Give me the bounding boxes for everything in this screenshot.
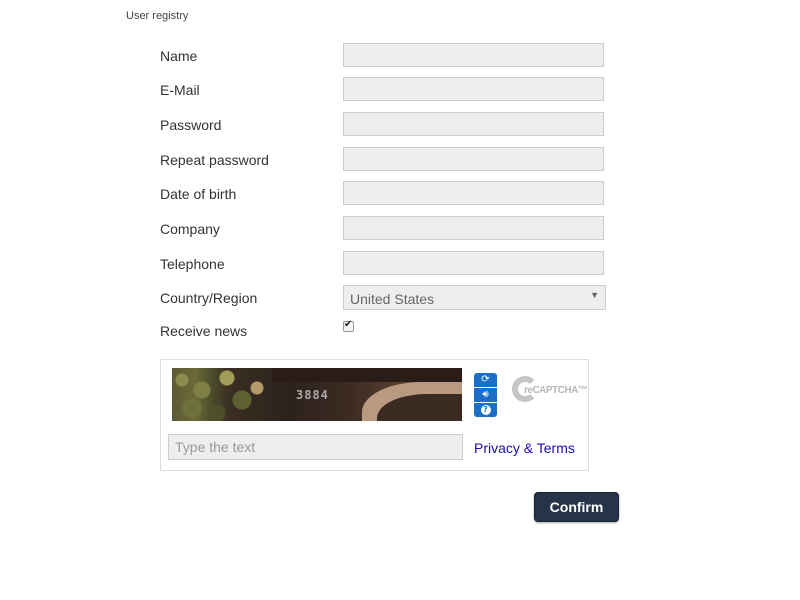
email-field[interactable] — [343, 77, 604, 101]
telephone-row: Telephone — [160, 251, 610, 277]
registration-page: User registry Name E-Mail Password Repea… — [0, 0, 800, 600]
password-field[interactable] — [343, 112, 604, 136]
captcha-tools: ⟳ 🔊︎ ? — [474, 373, 497, 417]
password-label: Password — [160, 117, 222, 133]
repeat-password-field[interactable] — [343, 147, 604, 171]
password-row: Password — [160, 112, 610, 138]
privacy-terms-link[interactable]: Privacy & Terms — [474, 440, 575, 456]
audio-icon[interactable]: 🔊︎ — [474, 388, 497, 402]
name-field[interactable] — [343, 43, 604, 67]
section-title: User registry — [126, 10, 189, 22]
confirm-button[interactable]: Confirm — [534, 492, 619, 522]
country-label: Country/Region — [160, 290, 258, 306]
captcha-foliage — [172, 368, 272, 421]
telephone-field[interactable] — [343, 251, 604, 275]
company-field[interactable] — [343, 216, 604, 240]
country-select[interactable]: United States ▼ — [343, 285, 606, 310]
receive-news-checkbox[interactable]: ✔ — [343, 319, 354, 332]
name-label: Name — [160, 48, 198, 64]
receive-news-label: Receive news — [160, 323, 248, 339]
country-selected-value: United States — [350, 291, 435, 307]
date-of-birth-label: Date of birth — [160, 186, 237, 202]
email-label: E-Mail — [160, 82, 200, 98]
repeat-password-label: Repeat password — [160, 152, 269, 168]
captcha-image: 3884 — [172, 368, 462, 421]
repeat-password-row: Repeat password — [160, 147, 610, 173]
captcha-text-input[interactable] — [168, 434, 463, 460]
date-of-birth-field[interactable] — [343, 181, 604, 205]
company-label: Company — [160, 221, 220, 237]
chevron-down-icon: ▼ — [590, 290, 599, 300]
telephone-label: Telephone — [160, 256, 225, 272]
captcha-widget: 3884 ⟳ 🔊︎ ? reCAPTCHA™ Privacy & Terms — [160, 359, 589, 471]
help-icon[interactable]: ? — [474, 403, 497, 417]
captcha-roof — [272, 368, 462, 382]
date-of-birth-row: Date of birth — [160, 181, 610, 207]
recaptcha-logo-text: reCAPTCHA™ — [524, 385, 588, 396]
captcha-image-text: 3884 — [296, 388, 329, 402]
recaptcha-logo: reCAPTCHA™ — [512, 375, 588, 413]
email-row: E-Mail — [160, 77, 610, 103]
country-row: Country/Region United States ▼ — [160, 285, 610, 311]
receive-news-row: Receive news ✔ — [160, 319, 610, 346]
refresh-icon[interactable]: ⟳ — [474, 373, 497, 387]
name-row: Name — [160, 43, 610, 69]
company-row: Company — [160, 216, 610, 242]
checkmark-icon: ✔ — [344, 319, 353, 330]
